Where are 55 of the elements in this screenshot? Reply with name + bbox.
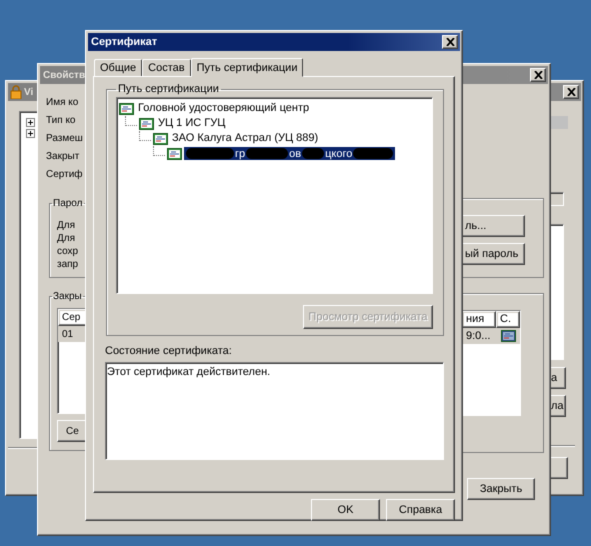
description-text: Для (57, 219, 76, 232)
tab[interactable]: Путь сертификации (190, 58, 304, 77)
redaction-mark (353, 148, 394, 159)
redaction-mark (246, 148, 288, 159)
padlock-icon (9, 85, 23, 99)
item-text: гр (235, 148, 246, 160)
tab[interactable]: Состав (142, 59, 191, 76)
group-title: Закры (52, 291, 83, 302)
close-icon (534, 71, 542, 79)
status-text: Этот сертификат действителен. (107, 366, 270, 378)
column-header[interactable]: С. (496, 311, 520, 328)
tree-item[interactable]: Головной удостоверяющий центр (136, 102, 312, 115)
certificate-icon (153, 132, 168, 144)
window-title: Vi (24, 86, 34, 98)
dialog-button[interactable]: Справка (386, 499, 455, 521)
field-label: Имя ко (45, 96, 80, 110)
window-title: Свойств (43, 70, 86, 80)
field-label: Сертиф (45, 168, 84, 182)
tab[interactable]: Общие (94, 59, 142, 76)
group-title: Парол (52, 198, 84, 209)
certificate-icon (167, 148, 182, 160)
close-icon (566, 88, 576, 96)
certificate-icon (119, 102, 134, 114)
item-text: ов (289, 148, 302, 160)
table-cell-text: 9:0... (465, 330, 492, 342)
close-icon (446, 38, 454, 46)
column-header[interactable]: ния (462, 311, 496, 328)
redaction-mark (186, 148, 234, 159)
tree-item[interactable]: гр ов цкого (184, 147, 396, 160)
field-label: Размеш (45, 132, 84, 146)
expand-icon[interactable] (26, 129, 35, 138)
item-text: цкого (325, 148, 352, 160)
description-text: запр (57, 258, 80, 271)
close-button[interactable] (563, 85, 579, 99)
window-title: Сертификат (91, 36, 158, 48)
description-text: Для (57, 232, 76, 245)
field-label: Тип ко (45, 114, 76, 128)
close-dialog-button[interactable]: Закрыть (467, 478, 535, 500)
redaction-mark (302, 148, 324, 159)
list-row[interactable]: 9:0... (462, 328, 520, 344)
table-cell-text: 01 (61, 328, 74, 340)
certificate-icon (500, 330, 516, 342)
status-label: Состояние сертификата: (105, 344, 233, 358)
field-label: Закрыт (45, 150, 80, 164)
close-button[interactable] (530, 68, 546, 82)
dialog-button[interactable]: OK (311, 499, 380, 521)
password-button[interactable]: ый пароль (462, 243, 525, 265)
close-button[interactable] (442, 35, 458, 49)
certificate-icon (139, 118, 154, 130)
tree-item[interactable]: УЦ 1 ИС ГУЦ (156, 117, 228, 130)
tree-item[interactable]: ЗАО Калуга Астрал (УЦ 889) (170, 132, 320, 145)
description-text: сохр (57, 245, 80, 258)
group-title: Путь сертификации (117, 83, 220, 95)
expand-icon[interactable] (26, 118, 35, 127)
password-button[interactable]: ль... (462, 215, 525, 237)
